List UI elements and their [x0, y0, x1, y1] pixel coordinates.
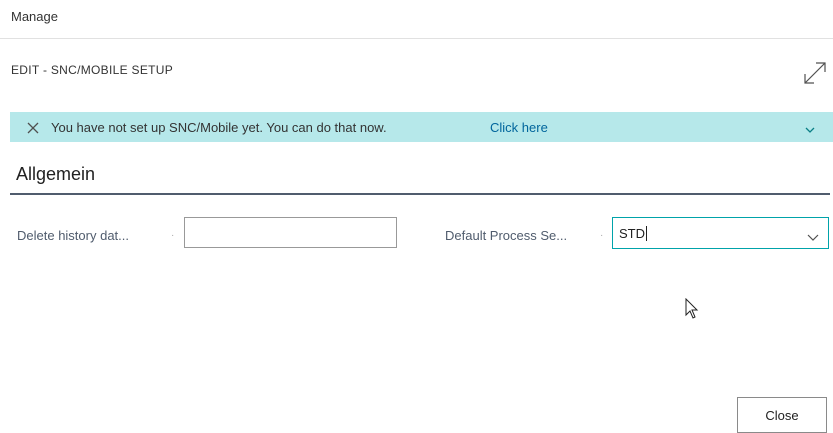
- manage-bar: Manage: [0, 0, 833, 39]
- expand-icon[interactable]: [802, 60, 828, 86]
- close-x-icon[interactable]: [27, 121, 39, 134]
- default-process-select[interactable]: STD: [612, 217, 829, 249]
- click-here-link[interactable]: Click here: [490, 120, 548, 135]
- chevron-down-icon[interactable]: [804, 122, 816, 133]
- default-process-value-wrap: STD: [619, 226, 647, 241]
- text-caret: [646, 226, 647, 241]
- default-process-value: STD: [619, 226, 645, 241]
- notification-message: You have not set up SNC/Mobile yet. You …: [51, 120, 387, 135]
- mouse-pointer-icon: [685, 297, 699, 320]
- default-process-label: Default Process Se...: [445, 228, 568, 243]
- notification-bar: You have not set up SNC/Mobile yet. You …: [10, 112, 833, 142]
- close-button[interactable]: Close: [737, 397, 827, 433]
- section-title[interactable]: Allgemein: [16, 164, 95, 185]
- chevron-down-icon[interactable]: [807, 229, 819, 241]
- field-separator-dot: ·: [171, 230, 175, 241]
- field-separator-dot: ·: [600, 230, 604, 241]
- manage-label[interactable]: Manage: [11, 9, 58, 24]
- delete-history-input[interactable]: [184, 217, 397, 248]
- section-divider: [10, 193, 830, 195]
- delete-history-label: Delete history dat...: [17, 228, 129, 243]
- page-caption: EDIT - SNC/MOBILE SETUP: [11, 63, 174, 77]
